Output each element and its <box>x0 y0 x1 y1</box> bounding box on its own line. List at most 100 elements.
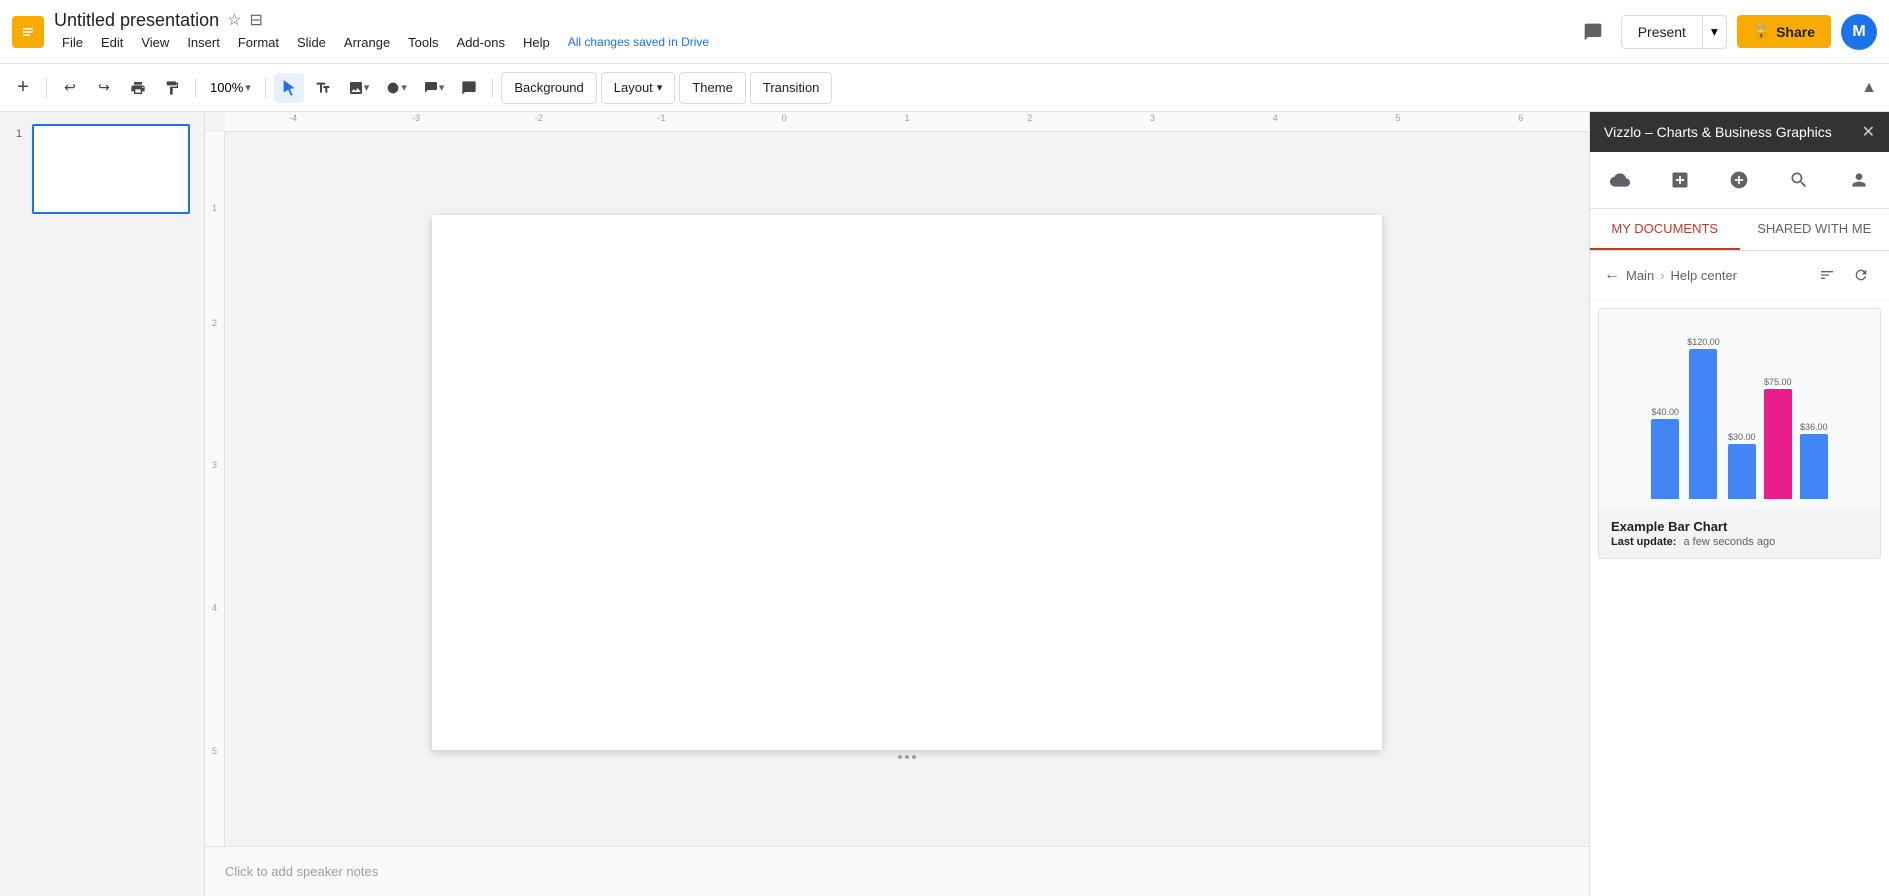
share-button[interactable]: 🔒 Share <box>1737 15 1831 48</box>
breadcrumb-separator: › <box>1660 268 1664 283</box>
bar-5-label: $36.00 <box>1800 422 1828 432</box>
menu-edit[interactable]: Edit <box>93 31 131 54</box>
slide-canvas-area[interactable] <box>225 132 1589 846</box>
chart-subtitle: Last update: a few seconds ago <box>1611 536 1868 548</box>
bar-4: $75.00 <box>1764 377 1792 499</box>
ruler-horizontal: -4 -3 -2 -1 0 1 2 3 4 5 6 <box>225 112 1589 132</box>
vizzlo-cloud-button[interactable] <box>1602 162 1638 198</box>
menu-format[interactable]: Format <box>230 31 287 54</box>
refresh-button[interactable] <box>1847 261 1875 289</box>
ruler-tick-label: 2 <box>1027 113 1032 123</box>
slide-panel: 1 <box>0 112 205 896</box>
cursor-tool-button[interactable] <box>274 73 304 103</box>
slide-thumb-1[interactable]: 1 <box>8 120 196 218</box>
tab-shared-with-me[interactable]: SHARED WITH ME <box>1740 209 1889 250</box>
breadcrumb-current: Help center <box>1671 268 1737 283</box>
menu-addons[interactable]: Add-ons <box>449 31 513 54</box>
app-logo <box>12 16 44 48</box>
ruler-tick-label: 0 <box>782 113 787 123</box>
last-update-label: Last update: <box>1611 536 1676 548</box>
ruler-tick-label: 5 <box>1396 113 1401 123</box>
drag-handle[interactable] <box>877 754 937 760</box>
chart-card[interactable]: $40.00 $120.00 $30.00 $75.00 <box>1598 308 1881 559</box>
background-button[interactable]: Background <box>501 72 596 104</box>
vizzlo-new-doc-button[interactable] <box>1662 162 1698 198</box>
transition-button[interactable]: Transition <box>750 72 833 104</box>
ruler-tick-label: -4 <box>289 113 297 123</box>
bar-2: $120.00 <box>1687 337 1720 499</box>
chevron-down-icon: ▾ <box>1711 24 1718 39</box>
bar-1: $40.00 <box>1651 407 1679 499</box>
zoom-chevron-icon: ▾ <box>245 81 251 94</box>
present-button[interactable]: Present <box>1622 16 1702 48</box>
vizzlo-add-button[interactable] <box>1721 162 1757 198</box>
paint-format-button[interactable] <box>157 73 187 103</box>
last-update-value: a few seconds ago <box>1683 536 1775 548</box>
bar-3-label: $30.00 <box>1728 432 1756 442</box>
bar-1-bar <box>1651 419 1679 499</box>
vizzlo-panel-close-button[interactable]: ✕ <box>1862 122 1875 142</box>
comment-add-button[interactable] <box>454 73 484 103</box>
canvas-area: -4 -3 -2 -1 0 1 2 3 4 5 6 1 2 3 4 5 <box>205 112 1589 896</box>
print-button[interactable] <box>123 73 153 103</box>
doc-title[interactable]: Untitled presentation <box>54 10 219 31</box>
cloud-icon[interactable]: ⊟ <box>249 10 262 30</box>
menu-insert[interactable]: Insert <box>179 31 228 54</box>
chart-title: Example Bar Chart <box>1611 519 1868 534</box>
filter-button[interactable] <box>1813 261 1841 289</box>
redo-button[interactable]: ↪ <box>89 73 119 103</box>
present-button-group: Present ▾ <box>1621 15 1727 49</box>
separator-2 <box>195 78 196 98</box>
add-button[interactable]: + <box>8 73 38 103</box>
ruler-tick-label: 3 <box>1150 113 1155 123</box>
zoom-dropdown[interactable]: 100% ▾ <box>204 76 257 99</box>
breadcrumb-back-button[interactable]: ← <box>1604 266 1620 284</box>
bar-3: $30.00 <box>1728 432 1756 499</box>
top-bar: Untitled presentation ☆ ⊟ File Edit View… <box>0 0 1889 64</box>
vizzlo-breadcrumb: ← Main › Help center <box>1590 251 1889 300</box>
zoom-value: 100% <box>210 80 243 95</box>
bar-1-label: $40.00 <box>1651 407 1679 417</box>
toolbar: + ↩ ↪ 100% ▾ ▾ ▾ ▾ Background Layout ▾ T… <box>0 64 1889 112</box>
layout-chevron-icon: ▾ <box>657 81 663 94</box>
slide-thumbnail-1[interactable] <box>32 124 190 214</box>
shapes-dropdown[interactable]: ▾ <box>379 76 413 100</box>
ruler-vertical: 1 2 3 4 5 <box>205 132 225 846</box>
line-dropdown[interactable]: ▾ <box>417 76 451 100</box>
canvas-wrapper: 1 2 3 4 5 <box>205 132 1589 846</box>
ruler-tick-label: -1 <box>657 113 665 123</box>
menu-help[interactable]: Help <box>515 31 558 54</box>
ruler-tick-label: 1 <box>904 113 909 123</box>
star-icon[interactable]: ☆ <box>227 10 241 30</box>
slide-canvas[interactable] <box>432 215 1382 750</box>
menu-view[interactable]: View <box>133 31 177 54</box>
vizzlo-panel-header: Vizzlo – Charts & Business Graphics ✕ <box>1590 112 1889 152</box>
layout-button[interactable]: Layout ▾ <box>601 72 676 104</box>
separator-3 <box>265 78 266 98</box>
menu-slide[interactable]: Slide <box>289 31 334 54</box>
vizzlo-person-button[interactable] <box>1841 162 1877 198</box>
text-box-button[interactable] <box>308 73 338 103</box>
present-dropdown-button[interactable]: ▾ <box>1702 16 1726 48</box>
tab-my-documents[interactable]: MY DOCUMENTS <box>1590 209 1740 250</box>
theme-button[interactable]: Theme <box>679 72 745 104</box>
ruler-tick-label: 6 <box>1518 113 1523 123</box>
avatar[interactable]: M <box>1841 14 1877 50</box>
menu-bar: File Edit View Insert Format Slide Arran… <box>54 31 1575 54</box>
comment-button[interactable] <box>1575 14 1611 50</box>
menu-tools[interactable]: Tools <box>400 31 446 54</box>
undo-button[interactable]: ↩ <box>55 73 85 103</box>
speaker-notes[interactable]: Click to add speaker notes <box>205 846 1589 896</box>
top-right: Present ▾ 🔒 Share M <box>1575 14 1877 50</box>
breadcrumb-main[interactable]: Main <box>1626 268 1654 283</box>
menu-file[interactable]: File <box>54 31 91 54</box>
slide-number: 1 <box>12 128 26 140</box>
main-area: 1 -4 -3 -2 -1 0 1 2 3 4 5 6 1 <box>0 112 1889 896</box>
menu-arrange[interactable]: Arrange <box>336 31 398 54</box>
speaker-notes-placeholder: Click to add speaker notes <box>225 864 378 879</box>
vizzlo-search-button[interactable] <box>1781 162 1817 198</box>
separator-4 <box>492 78 493 98</box>
collapse-toolbar-button[interactable]: ▲ <box>1857 75 1881 101</box>
image-dropdown[interactable]: ▾ <box>342 76 376 100</box>
bar-2-label: $120.00 <box>1687 337 1720 347</box>
